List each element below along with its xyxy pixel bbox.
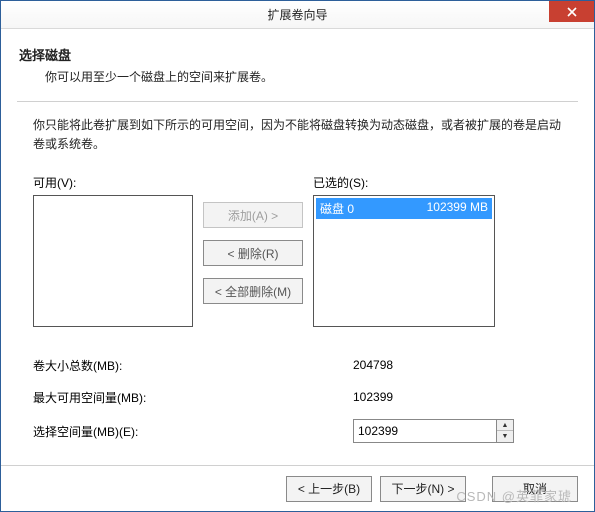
available-label: 可用(V): (33, 174, 193, 191)
fields: 卷大小总数(MB): 204798 最大可用空间量(MB): 102399 选择… (33, 355, 562, 455)
total-size-row: 卷大小总数(MB): 204798 (33, 355, 562, 375)
list-item[interactable]: 磁盘 0 102399 MB (316, 198, 492, 219)
disk-picker: 可用(V): 添加(A) > < 删除(R) < 全部删除(M) 已选的(S):… (33, 174, 562, 327)
selected-label: 已选的(S): (313, 174, 495, 191)
spin-down-button[interactable]: ▼ (497, 431, 513, 442)
select-amount-input[interactable] (354, 420, 496, 442)
max-available-row: 最大可用空间量(MB): 102399 (33, 387, 562, 407)
select-amount-row: 选择空间量(MB)(E): ▲ ▼ (33, 419, 562, 443)
select-amount-spinbox: ▲ ▼ (353, 419, 514, 443)
max-available-value: 102399 (353, 387, 393, 407)
section-title: 选择磁盘 (19, 45, 578, 64)
divider (17, 101, 578, 102)
list-item-name: 磁盘 0 (320, 200, 354, 217)
remove-button[interactable]: < 删除(R) (203, 240, 303, 266)
titlebar-title: 扩展卷向导 (267, 6, 327, 23)
back-button[interactable]: < 上一步(B) (286, 476, 372, 502)
description-text: 你只能将此卷扩展到如下所示的可用空间，因为不能将磁盘转换为动态磁盘，或者被扩展的… (33, 116, 562, 154)
close-button[interactable] (549, 1, 594, 22)
total-size-label: 卷大小总数(MB): (33, 357, 353, 374)
titlebar: 扩展卷向导 (1, 1, 594, 29)
footer: < 上一步(B) 下一步(N) > 取消 CSDN @英菲家琥 (1, 465, 594, 511)
close-icon (567, 7, 577, 17)
selected-listbox[interactable]: 磁盘 0 102399 MB (313, 195, 495, 327)
next-button[interactable]: 下一步(N) > (380, 476, 466, 502)
add-button[interactable]: 添加(A) > (203, 202, 303, 228)
cancel-button[interactable]: 取消 (492, 476, 578, 502)
max-available-label: 最大可用空间量(MB): (33, 389, 353, 406)
spin-up-button[interactable]: ▲ (497, 420, 513, 431)
selected-column: 已选的(S): 磁盘 0 102399 MB (313, 174, 495, 327)
section-subtitle: 你可以用至少一个磁盘上的空间来扩展卷。 (45, 68, 578, 85)
total-size-value: 204798 (353, 355, 393, 375)
remove-all-button[interactable]: < 全部删除(M) (203, 278, 303, 304)
content: 选择磁盘 你可以用至少一个磁盘上的空间来扩展卷。 你只能将此卷扩展到如下所示的可… (1, 29, 594, 465)
list-item-size: 102399 MB (427, 200, 488, 217)
available-column: 可用(V): (33, 174, 193, 327)
available-listbox[interactable] (33, 195, 193, 327)
select-amount-label: 选择空间量(MB)(E): (33, 423, 353, 440)
spin-buttons: ▲ ▼ (496, 420, 513, 442)
dialog-window: 扩展卷向导 选择磁盘 你可以用至少一个磁盘上的空间来扩展卷。 你只能将此卷扩展到… (0, 0, 595, 512)
transfer-buttons: 添加(A) > < 删除(R) < 全部删除(M) (193, 174, 313, 327)
